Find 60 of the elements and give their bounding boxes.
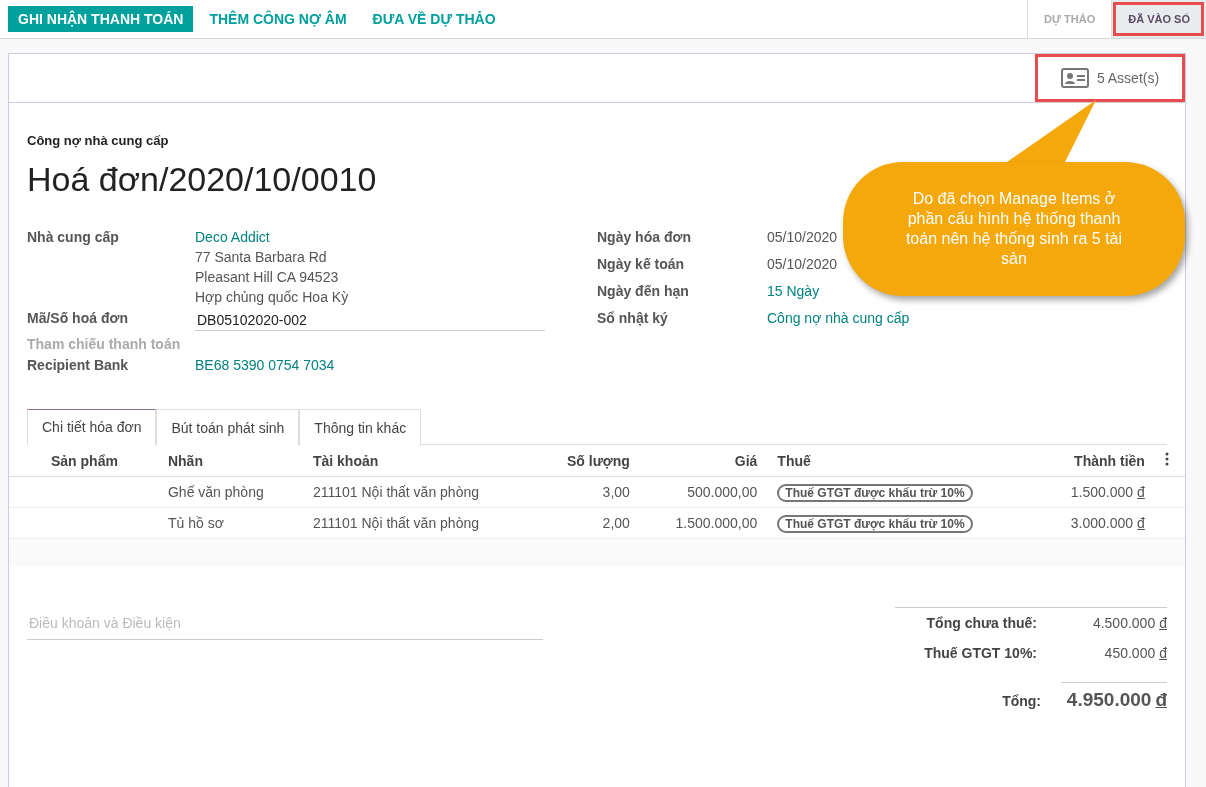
field-label: Ngày kế toán — [597, 256, 686, 274]
column-header: Giá — [639, 445, 768, 477]
column-header: Nhãn — [157, 445, 303, 477]
table-cell: 2,00 — [536, 507, 640, 539]
currency-symbol: đ — [1159, 615, 1167, 631]
column-header: Thành tiền — [1037, 445, 1155, 477]
table-cell: Ghế văn phòng — [157, 476, 303, 508]
currency-symbol: đ — [1159, 645, 1167, 661]
field-value: 05/10/2020 — [767, 256, 838, 274]
currency-symbol: đ — [1137, 484, 1145, 500]
column-header: Tài khoản — [302, 445, 537, 477]
table-cell: 1.500.000 — [1070, 484, 1134, 500]
currency-symbol: đ — [1137, 515, 1145, 531]
field-value: 05/10/2020 — [767, 229, 838, 247]
total-amount: 450.000 — [1104, 645, 1156, 661]
tab[interactable]: Chi tiết hóa đơn — [27, 409, 157, 445]
field-value[interactable]: BE68 5390 0754 7034 — [195, 357, 335, 373]
document-type: Công nợ nhà cung cấp — [27, 133, 170, 148]
field-label: Sổ nhật ký — [597, 310, 669, 328]
total-amount: 4.500.000 — [1092, 615, 1156, 631]
id-card-icon — [1060, 68, 1089, 88]
field-label: Ngày đến hạn — [597, 283, 690, 301]
table-cell: 1.500.000,00 — [639, 507, 768, 539]
table-cell: 211101 Nội thất văn phòng — [302, 507, 537, 539]
table-cell: Tủ hồ sơ — [157, 507, 303, 539]
address-line: Pleasant Hill CA 94523 — [195, 269, 340, 285]
total-amount: 4.950.000 — [1066, 689, 1152, 710]
assets-button[interactable]: 5 Asset(s) — [1035, 54, 1185, 102]
column-header: Sản phẩm — [9, 445, 158, 477]
tab[interactable]: Thông tin khác — [299, 409, 422, 445]
tax-tag: Thuế GTGT được khấu trừ 10% — [777, 515, 973, 533]
table-cell: 211101 Nội thất văn phòng — [302, 476, 537, 508]
field-label: Nhà cung cấp — [27, 229, 120, 247]
tax-tag: Thuế GTGT được khấu trừ 10% — [777, 484, 973, 502]
column-header: Thuế — [767, 445, 1037, 477]
currency-symbol: đ — [1155, 689, 1167, 710]
field-value[interactable]: Công nợ nhà cung cấp — [767, 310, 910, 332]
action-button[interactable]: ĐƯA VỀ DỰ THẢO — [362, 6, 506, 32]
total-label: Tổng chưa thuế: — [926, 615, 1037, 631]
field-label: Tham chiếu thanh toán — [27, 336, 182, 352]
action-button[interactable]: THÊM CÔNG NỢ ÂM — [199, 6, 357, 32]
action-button[interactable]: GHI NHẬN THANH TOÁN — [8, 6, 194, 32]
column-header: Số lượng — [536, 445, 640, 477]
table-cell: 500.000,00 — [639, 476, 768, 508]
table-cell: 3,00 — [536, 476, 640, 508]
field-label: Recipient Bank — [27, 357, 130, 373]
total-label: Tổng: — [1002, 693, 1041, 709]
status-stage[interactable]: ĐÃ VÀO SỔ — [1111, 0, 1206, 38]
field-value[interactable]: Deco Addict — [195, 229, 349, 245]
address-line: 77 Santa Barbara Rd — [195, 249, 328, 265]
callout-text: Do đã chọn Manage Items ở phần cấu hình hệ thống thanh toán nên hệ thống sinh ra 5 tài sản — [904, 189, 1124, 269]
invoice-title: Hoá đơn/2020/10/0010 — [27, 160, 377, 199]
address-line: Hợp chủng quốc Hoa Kỳ — [195, 289, 349, 305]
tab[interactable]: Bút toán phát sinh — [156, 409, 300, 445]
field-label: Mã/Số hoá đơn — [27, 310, 129, 328]
field-value[interactable]: 15 Ngày — [767, 283, 820, 305]
more-options-icon[interactable] — [1164, 452, 1169, 466]
field-label: Ngày hóa đơn — [597, 229, 692, 247]
table-cell: 3.000.000 — [1070, 515, 1134, 531]
total-label: Thuế GTGT 10%: — [924, 645, 1037, 661]
